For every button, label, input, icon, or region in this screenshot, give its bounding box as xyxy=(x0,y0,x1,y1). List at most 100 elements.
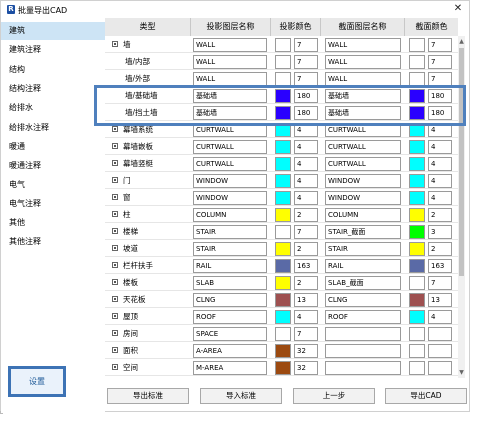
projection-color-input[interactable]: 7 xyxy=(294,72,318,86)
projection-color-swatch[interactable] xyxy=(275,208,291,222)
projection-color-input[interactable]: 2 xyxy=(294,242,318,256)
settings-button[interactable]: 设置 xyxy=(8,366,66,397)
cut-color-input[interactable]: 4 xyxy=(428,191,452,205)
previous-step-button[interactable]: 上一步 xyxy=(293,388,375,404)
projection-layer-input[interactable]: A-AREA xyxy=(193,344,267,358)
cut-color-input[interactable]: 163 xyxy=(428,259,452,273)
sidebar-item-architecture-annotation[interactable]: 建筑注释 xyxy=(9,41,41,59)
scroll-down-icon[interactable]: ▼ xyxy=(458,369,465,376)
projection-color-swatch[interactable] xyxy=(275,174,291,188)
projection-layer-input[interactable]: CLNG xyxy=(193,293,267,307)
cut-color-swatch[interactable] xyxy=(409,208,425,222)
cut-color-input[interactable] xyxy=(428,361,452,375)
cut-color-swatch[interactable] xyxy=(409,276,425,290)
sidebar-item-plumbing[interactable]: 给排水 xyxy=(9,99,33,117)
projection-color-input[interactable]: 32 xyxy=(294,344,318,358)
expand-icon[interactable] xyxy=(112,143,118,149)
projection-color-swatch[interactable] xyxy=(275,38,291,52)
cut-color-input[interactable]: 2 xyxy=(428,242,452,256)
cut-color-swatch[interactable] xyxy=(409,242,425,256)
projection-layer-input[interactable]: COLUMN xyxy=(193,208,267,222)
cut-color-swatch[interactable] xyxy=(409,225,425,239)
projection-color-input[interactable]: 7 xyxy=(294,327,318,341)
projection-layer-input[interactable]: WINDOW xyxy=(193,191,267,205)
cut-color-swatch[interactable] xyxy=(409,191,425,205)
cut-layer-input[interactable]: CLNG xyxy=(325,293,401,307)
expand-icon[interactable] xyxy=(112,296,118,302)
projection-layer-input[interactable]: WALL xyxy=(193,72,267,86)
cut-layer-input[interactable]: COLUMN xyxy=(325,208,401,222)
expand-icon[interactable] xyxy=(112,262,118,268)
cut-color-input[interactable]: 4 xyxy=(428,174,452,188)
projection-layer-input[interactable]: STAIR xyxy=(193,242,267,256)
scroll-up-icon[interactable]: ▲ xyxy=(458,38,465,45)
projection-layer-input[interactable]: SPACE xyxy=(193,327,267,341)
expand-icon[interactable] xyxy=(112,245,118,251)
projection-color-input[interactable]: 7 xyxy=(294,55,318,69)
projection-color-input[interactable]: 4 xyxy=(294,174,318,188)
projection-color-swatch[interactable] xyxy=(275,259,291,273)
cut-layer-input[interactable]: STAIR_截面 xyxy=(325,225,401,239)
sidebar-item-electrical[interactable]: 电气 xyxy=(9,176,25,194)
cut-color-input[interactable]: 3 xyxy=(428,225,452,239)
sidebar-item-electrical-annotation[interactable]: 电气注释 xyxy=(9,195,41,213)
sidebar-item-other[interactable]: 其他 xyxy=(9,214,25,232)
projection-color-swatch[interactable] xyxy=(275,55,291,69)
projection-color-swatch[interactable] xyxy=(275,293,291,307)
cut-color-input[interactable]: 4 xyxy=(428,310,452,324)
projection-color-swatch[interactable] xyxy=(275,191,291,205)
cut-color-swatch[interactable] xyxy=(409,327,425,341)
projection-color-swatch[interactable] xyxy=(275,344,291,358)
expand-icon[interactable] xyxy=(112,41,118,47)
cut-color-swatch[interactable] xyxy=(409,140,425,154)
cut-color-input[interactable]: 7 xyxy=(428,38,452,52)
scroll-thumb[interactable] xyxy=(459,48,464,276)
expand-icon[interactable] xyxy=(112,330,118,336)
projection-color-input[interactable]: 32 xyxy=(294,361,318,375)
sidebar-item-hvac-annotation[interactable]: 暖通注释 xyxy=(9,157,41,175)
expand-icon[interactable] xyxy=(112,126,118,132)
cut-color-swatch[interactable] xyxy=(409,344,425,358)
cut-color-swatch[interactable] xyxy=(409,38,425,52)
cut-layer-input[interactable]: SLAB_截面 xyxy=(325,276,401,290)
sidebar-item-hvac[interactable]: 暖通 xyxy=(9,138,25,156)
sidebar-item-plumbing-annotation[interactable]: 给排水注释 xyxy=(9,119,49,137)
projection-color-input[interactable]: 7 xyxy=(294,225,318,239)
projection-color-input[interactable]: 4 xyxy=(294,310,318,324)
cut-layer-input[interactable]: STAIR xyxy=(325,242,401,256)
cut-color-input[interactable] xyxy=(428,344,452,358)
cut-color-input[interactable]: 4 xyxy=(428,157,452,171)
projection-layer-input[interactable]: WALL xyxy=(193,55,267,69)
cut-layer-input[interactable]: RAIL xyxy=(325,259,401,273)
projection-color-input[interactable]: 4 xyxy=(294,191,318,205)
projection-color-swatch[interactable] xyxy=(275,140,291,154)
cut-color-swatch[interactable] xyxy=(409,361,425,375)
projection-color-swatch[interactable] xyxy=(275,361,291,375)
expand-icon[interactable] xyxy=(112,194,118,200)
sidebar-item-architecture[interactable]: 建筑 xyxy=(1,22,105,40)
cut-color-swatch[interactable] xyxy=(409,259,425,273)
export-cad-button[interactable]: 导出CAD xyxy=(385,388,467,404)
cut-color-swatch[interactable] xyxy=(409,55,425,69)
cut-color-swatch[interactable] xyxy=(409,293,425,307)
projection-color-input[interactable]: 2 xyxy=(294,276,318,290)
cut-color-swatch[interactable] xyxy=(409,310,425,324)
expand-icon[interactable] xyxy=(112,177,118,183)
cut-color-input[interactable]: 7 xyxy=(428,72,452,86)
cut-layer-input[interactable] xyxy=(325,327,401,341)
cut-color-swatch[interactable] xyxy=(409,157,425,171)
projection-layer-input[interactable]: SLAB xyxy=(193,276,267,290)
cut-color-input[interactable]: 13 xyxy=(428,293,452,307)
expand-icon[interactable] xyxy=(112,347,118,353)
projection-color-swatch[interactable] xyxy=(275,157,291,171)
projection-color-swatch[interactable] xyxy=(275,225,291,239)
cut-color-input[interactable]: 2 xyxy=(428,208,452,222)
sidebar-item-structure[interactable]: 结构 xyxy=(9,61,25,79)
cut-layer-input[interactable]: WALL xyxy=(325,38,401,52)
export-standard-button[interactable]: 导出标准 xyxy=(107,388,189,404)
cut-layer-input[interactable]: ROOF xyxy=(325,310,401,324)
projection-color-input[interactable]: 163 xyxy=(294,259,318,273)
cut-layer-input[interactable]: CURTWALL xyxy=(325,140,401,154)
projection-layer-input[interactable]: CURTWALL xyxy=(193,157,267,171)
cut-layer-input[interactable]: WINDOW xyxy=(325,191,401,205)
